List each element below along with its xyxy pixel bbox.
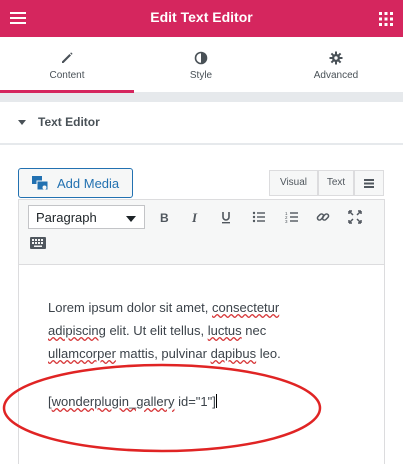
tab-style-label: Style <box>189 70 213 81</box>
italic-button[interactable]: I <box>184 206 206 228</box>
panel-title: Edit Text Editor <box>150 9 253 25</box>
misspelled-word: adipiscing <box>48 323 106 338</box>
svg-text:I: I <box>191 210 198 224</box>
italic-icon: I <box>191 210 198 224</box>
editor-toolbar: Paragraph B I 1 2 3 <box>18 199 385 264</box>
misspelled-word: ullamcorper <box>48 346 116 361</box>
editor-panel: Add Media Visual Text Paragraph B I 1 2 … <box>0 145 403 464</box>
svg-text:3: 3 <box>285 219 288 224</box>
tab-content-label: Content <box>49 70 85 81</box>
text-mode-tab[interactable]: Text <box>318 170 354 196</box>
section-text-editor-toggle[interactable]: Text Editor <box>0 102 403 144</box>
misspelled-word: dapibus <box>210 346 257 361</box>
text-cursor <box>215 394 217 408</box>
text-run: elit. Ut elit tellus, <box>105 323 208 338</box>
pencil-icon <box>62 52 73 63</box>
gear-icon <box>329 51 343 65</box>
visual-mode-tab[interactable]: Visual <box>269 170 318 196</box>
misspelled-word: consectetur <box>212 300 280 315</box>
media-icon <box>32 176 49 191</box>
stack-icon <box>364 179 374 188</box>
add-media-button[interactable]: Add Media <box>18 168 133 198</box>
tab-style[interactable]: Style <box>134 37 268 93</box>
bold-button[interactable]: B <box>153 206 175 228</box>
underline-button[interactable] <box>215 206 237 228</box>
misspelled-word: wonderplugin_gallery <box>51 394 175 409</box>
numbered-list-icon: 1 2 3 <box>285 211 298 224</box>
fullscreen-icon <box>348 210 362 224</box>
panel-tabs: Content Style Advanced <box>0 37 403 93</box>
link-button[interactable] <box>312 206 334 228</box>
numbered-list-button[interactable]: 1 2 3 <box>281 206 303 228</box>
top-bar: Edit Text Editor <box>0 0 403 37</box>
underline-icon <box>222 212 230 224</box>
keyboard-icon[interactable] <box>30 237 46 249</box>
tab-advanced[interactable]: Advanced <box>269 37 403 93</box>
link-icon <box>316 213 330 221</box>
tab-content[interactable]: Content <box>0 37 134 93</box>
add-media-label: Add Media <box>57 176 120 191</box>
contrast-icon <box>194 51 208 65</box>
format-select-value: Paragraph <box>36 210 97 225</box>
text-run: leo. <box>256 346 281 361</box>
text-run: Lorem ipsum dolor sit amet, <box>48 300 213 315</box>
misspelled-word: luctus <box>207 323 242 338</box>
extra-options-button[interactable] <box>354 170 384 196</box>
editor-paragraph: Lorem ipsum dolor sit amet, consectetur a… <box>48 296 368 365</box>
chevron-down-icon <box>126 216 136 222</box>
bullet-list-icon <box>252 211 265 223</box>
text-run: mattis, pulvinar <box>115 346 211 361</box>
svg-text:B: B <box>160 211 169 224</box>
fullscreen-button[interactable] <box>344 206 366 228</box>
format-select[interactable]: Paragraph <box>28 205 145 229</box>
tab-advanced-label: Advanced <box>313 70 359 81</box>
text-run: nec <box>241 323 267 338</box>
editor-content-area[interactable]: Lorem ipsum dolor sit amet, consectetur a… <box>18 264 385 464</box>
widgets-grid-icon[interactable] <box>378 11 394 27</box>
section-title: Text Editor <box>38 115 100 129</box>
bullet-list-button[interactable] <box>248 206 270 228</box>
bold-icon: B <box>160 211 169 224</box>
caret-down-icon <box>18 120 26 125</box>
shortcode-line: [wonderplugin_gallery id="1"] <box>48 394 217 409</box>
text-run: id="1"] <box>174 394 216 409</box>
